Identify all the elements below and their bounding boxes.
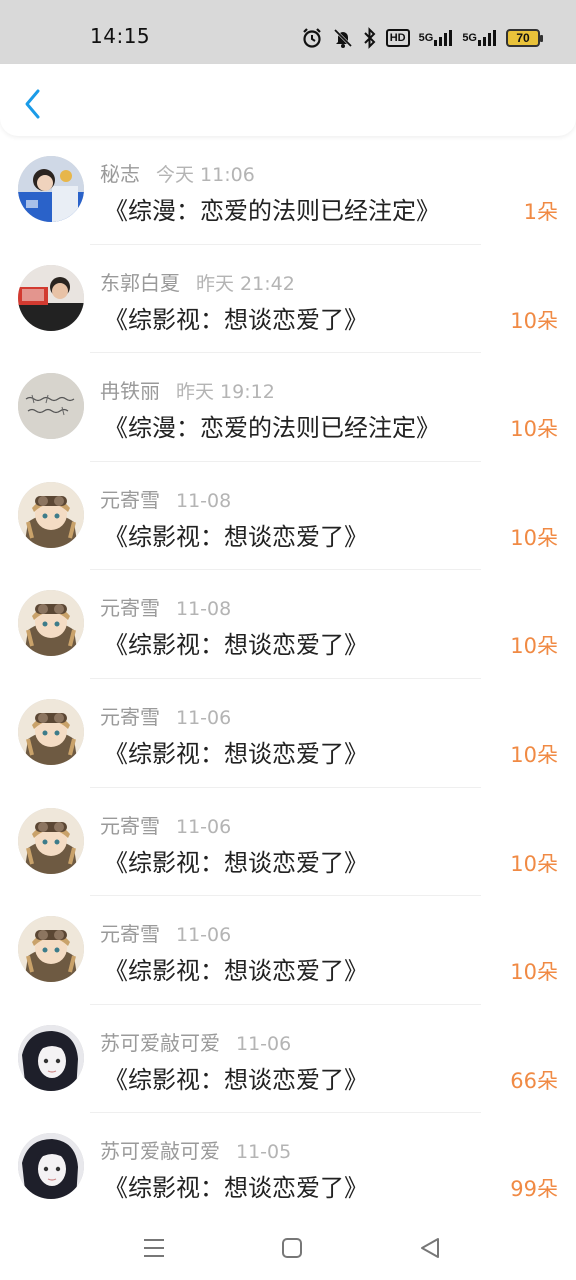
timestamp: 昨天 19:12 — [176, 381, 275, 404]
timestamp: 11-05 — [236, 1141, 292, 1164]
mute-icon — [332, 26, 354, 50]
book-title[interactable]: 《综漫：恋爱的法则已经注定》 — [104, 191, 440, 226]
avatar[interactable] — [18, 698, 84, 765]
back-triangle-icon — [421, 1238, 439, 1258]
hd-icon: HD — [385, 29, 410, 47]
item-meta: 元寄雪 11-06 — [100, 810, 231, 838]
book-title[interactable]: 《综影视：想谈恋爱了》 — [104, 1060, 368, 1095]
item-meta: 元寄雪 11-06 — [100, 918, 231, 946]
menu-button[interactable] — [134, 1232, 174, 1264]
flower-count: 10朵 — [510, 417, 558, 442]
user-name[interactable]: 元寄雪 — [100, 810, 160, 839]
list-item[interactable]: 东郭白夏 昨天 21:42 《综影视：想谈恋爱了》 10朵 — [0, 245, 576, 354]
user-name[interactable]: 东郭白夏 — [100, 267, 180, 296]
network-label: 5G — [462, 31, 477, 44]
list-item[interactable]: 元寄雪 11-08 《综影视：想谈恋爱了》 10朵 — [0, 462, 576, 571]
timestamp: 11-06 — [176, 924, 232, 947]
item-meta: 元寄雪 11-08 — [100, 592, 231, 620]
book-title[interactable]: 《综漫：恋爱的法则已经注定》 — [104, 408, 440, 443]
header-bar — [0, 64, 576, 136]
flower-count: 1朵 — [523, 200, 558, 224]
item-meta: 元寄雪 11-08 — [100, 484, 231, 512]
list-item[interactable]: 冉铁丽 昨天 19:12 《综漫：恋爱的法则已经注定》 10朵 — [0, 353, 576, 462]
bluetooth-icon — [363, 26, 377, 50]
app-root: 14:15 HD 5G 5G 70 秘志 今天 11:06 《综漫：恋爱的法则已… — [0, 0, 576, 1280]
avatar[interactable] — [18, 481, 84, 548]
signal-5g-icon: 5G — [419, 26, 454, 50]
chevron-left-icon — [25, 89, 40, 119]
timestamp: 今天 11:06 — [156, 164, 255, 186]
back-nav-button[interactable] — [410, 1232, 450, 1264]
item-meta: 苏可爱敲可爱 11-05 — [100, 1135, 291, 1163]
home-icon — [282, 1238, 302, 1258]
item-meta: 东郭白夏 昨天 21:42 — [100, 267, 295, 295]
item-meta: 苏可爱敲可爱 11-06 — [100, 1027, 291, 1055]
flower-count: 66朵 — [510, 1068, 558, 1093]
timestamp: 11-08 — [176, 489, 232, 512]
home-button[interactable] — [272, 1232, 312, 1264]
status-time: 14:15 — [90, 24, 151, 48]
flower-count: 10朵 — [510, 525, 558, 550]
user-name[interactable]: 苏可爱敲可爱 — [100, 1135, 220, 1164]
signal-5g-icon: 5G — [462, 26, 497, 50]
book-title[interactable]: 《综影视：想谈恋爱了》 — [104, 843, 368, 878]
avatar[interactable] — [18, 1133, 84, 1200]
book-title[interactable]: 《综影视：想谈恋爱了》 — [104, 734, 368, 769]
avatar[interactable] — [18, 1024, 84, 1091]
flower-count: 10朵 — [510, 851, 558, 876]
avatar[interactable] — [18, 264, 84, 331]
list-item[interactable]: 元寄雪 11-06 《综影视：想谈恋爱了》 10朵 — [0, 679, 576, 788]
avatar[interactable] — [18, 916, 84, 983]
book-title[interactable]: 《综影视：想谈恋爱了》 — [104, 625, 368, 660]
book-title[interactable]: 《综影视：想谈恋爱了》 — [104, 1168, 368, 1203]
status-icons: HD 5G 5G 70 — [301, 24, 543, 52]
flower-count: 99朵 — [510, 1177, 558, 1202]
timestamp: 11-06 — [176, 815, 232, 838]
list-item[interactable]: 元寄雪 11-06 《综影视：想谈恋爱了》 10朵 — [0, 788, 576, 897]
list-item[interactable]: 元寄雪 11-06 《综影视：想谈恋爱了》 10朵 — [0, 896, 576, 1005]
list-item[interactable]: 苏可爱敲可爱 11-05 《综影视：想谈恋爱了》 99朵 — [0, 1113, 576, 1222]
timestamp: 11-08 — [176, 598, 232, 621]
flower-count: 10朵 — [510, 308, 558, 333]
list-item[interactable]: 秘志 今天 11:06 《综漫：恋爱的法则已经注定》 1朵 — [0, 136, 576, 245]
gift-record-list: 秘志 今天 11:06 《综漫：恋爱的法则已经注定》 1朵东郭白夏 昨天 21:42 《综… — [0, 136, 576, 1222]
avatar[interactable] — [18, 373, 84, 440]
user-name[interactable]: 冉铁丽 — [100, 375, 160, 404]
user-name[interactable]: 元寄雪 — [100, 701, 160, 730]
user-name[interactable]: 秘志 — [100, 158, 140, 187]
list-item[interactable]: 苏可爱敲可爱 11-06 《综影视：想谈恋爱了》 66朵 — [0, 1005, 576, 1114]
back-button[interactable] — [14, 84, 50, 124]
avatar[interactable] — [18, 590, 84, 657]
user-name[interactable]: 元寄雪 — [100, 592, 160, 621]
item-meta: 元寄雪 11-06 — [100, 701, 231, 729]
battery-icon: 70 — [506, 29, 543, 47]
item-meta: 秘志 今天 11:06 — [100, 158, 255, 186]
user-name[interactable]: 元寄雪 — [100, 918, 160, 947]
timestamp: 11-06 — [236, 1032, 292, 1055]
item-meta: 冉铁丽 昨天 19:12 — [100, 375, 275, 403]
flower-count: 10朵 — [510, 634, 558, 659]
avatar[interactable] — [18, 156, 84, 222]
system-nav-bar — [0, 1216, 576, 1280]
menu-icon — [144, 1239, 164, 1257]
status-bar: 14:15 HD 5G 5G 70 — [0, 0, 576, 64]
book-title[interactable]: 《综影视：想谈恋爱了》 — [104, 517, 368, 552]
list-item[interactable]: 元寄雪 11-08 《综影视：想谈恋爱了》 10朵 — [0, 570, 576, 679]
timestamp: 昨天 21:42 — [196, 272, 295, 295]
user-name[interactable]: 苏可爱敲可爱 — [100, 1027, 220, 1056]
flower-count: 10朵 — [510, 742, 558, 767]
timestamp: 11-06 — [176, 706, 232, 729]
network-label: 5G — [418, 31, 434, 44]
user-name[interactable]: 元寄雪 — [100, 484, 160, 513]
alarm-icon — [301, 26, 323, 50]
book-title[interactable]: 《综影视：想谈恋爱了》 — [104, 951, 368, 986]
book-title[interactable]: 《综影视：想谈恋爱了》 — [104, 300, 368, 335]
avatar[interactable] — [18, 807, 84, 874]
flower-count: 10朵 — [510, 960, 558, 985]
